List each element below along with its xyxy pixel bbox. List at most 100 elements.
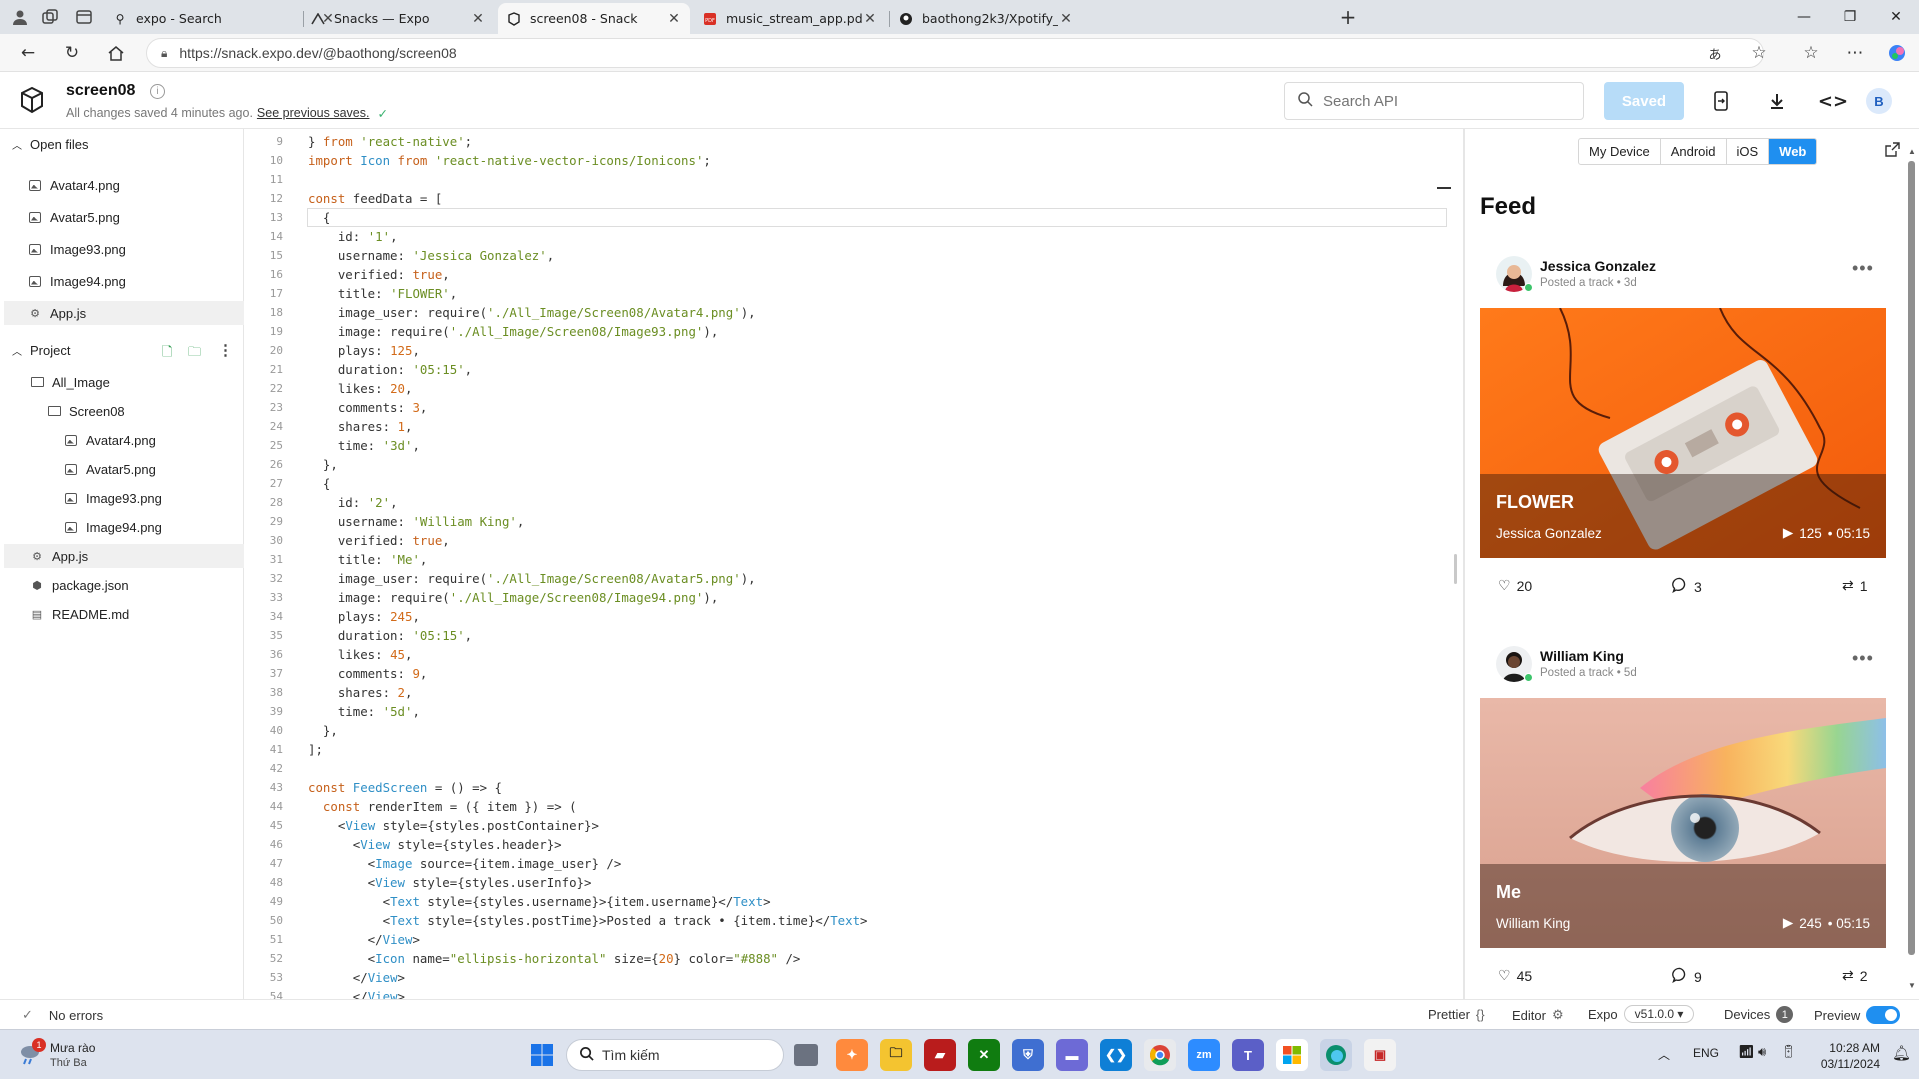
play-icon[interactable]: ▶ [1783,915,1793,931]
profile-icon[interactable] [8,6,32,28]
tree-folder-screen08[interactable]: Screen08 [47,399,125,423]
close-window-icon[interactable]: ✕ [1873,0,1919,34]
open-file-item[interactable]: Image93.png [28,237,126,261]
code-line[interactable]: image_user: require('./All_Image/Screen0… [308,569,756,588]
editor-settings-button[interactable]: Editor ⚙ [1512,1007,1564,1023]
download-icon[interactable] [1762,86,1792,116]
notification-bell-icon[interactable]: 🔔︎ [1892,1044,1911,1062]
teams-icon[interactable]: T [1232,1039,1264,1071]
share-button[interactable]: ⇄ 2 [1842,967,1868,984]
app-icon[interactable]: ▬ [1056,1039,1088,1071]
code-line[interactable]: const FeedScreen = () => { [308,778,502,797]
code-line[interactable]: title: 'FLOWER', [308,284,457,303]
new-folder-icon[interactable]: 🗀︎ [188,343,201,365]
browser-tab[interactable]: PDF music_stream_app.pdf ✕ [694,3,886,34]
tab-my-device[interactable]: My Device [1579,139,1661,164]
code-line[interactable]: duration: '05:15', [308,360,472,379]
track-cover[interactable]: FLOWER Jessica Gonzalez ▶ 125 • 05:15 [1480,308,1886,558]
tree-file[interactable]: ▤ README.md [30,602,130,626]
tab-ios[interactable]: iOS [1727,139,1770,164]
copilot-app-icon[interactable]: ✦ [836,1039,868,1071]
close-icon[interactable]: ✕ [666,11,682,27]
input-language[interactable]: ENG [1693,1046,1719,1060]
browser-tab-active[interactable]: screen08 - Snack ✕ [498,3,690,34]
workspaces-icon[interactable] [38,6,62,28]
tree-file[interactable]: Image93.png [64,486,162,510]
code-line[interactable]: }, [308,721,338,740]
scroll-down-arrow[interactable]: ▼ [1908,981,1916,990]
taskbar-search-field[interactable]: Tìm kiếm [566,1039,784,1071]
minimize-icon[interactable]: — [1781,0,1827,34]
security-shield-icon[interactable]: ⛨ [1012,1039,1044,1071]
code-line[interactable]: const renderItem = ({ item }) => ( [308,797,577,816]
code-line[interactable]: plays: 245, [308,607,420,626]
code-line[interactable]: likes: 45, [308,645,413,664]
code-line[interactable]: <View style={styles.userInfo}> [308,873,592,892]
more-menu-icon[interactable]: ⋯ [1841,40,1869,66]
code-line[interactable]: } from 'react-native'; [308,132,472,151]
code-line[interactable]: import Icon from 'react-native-vector-ic… [308,151,711,170]
tree-folder-all-image[interactable]: All_Image [30,370,110,394]
ellipsis-horizontal-icon[interactable]: ••• [1852,258,1874,279]
track-cover[interactable]: Me William King ▶ 245 • 05:15 [1480,698,1886,948]
close-icon[interactable]: ✕ [862,11,878,27]
tab-web[interactable]: Web [1769,139,1817,164]
xbox-icon[interactable]: ✕ [968,1039,1000,1071]
share-button[interactable]: ⇄ 1 [1842,577,1868,594]
close-icon[interactable]: ✕ [1058,11,1074,27]
code-line[interactable]: </View> [308,930,420,949]
reload-icon[interactable]: ↻ [58,40,86,66]
store-icon[interactable] [1276,1039,1308,1071]
snack-logo-icon[interactable] [18,86,46,114]
code-line[interactable]: <Text style={styles.username}>{item.user… [308,892,771,911]
search-api-input[interactable] [1323,92,1563,110]
read-aloud-icon[interactable]: あ [1701,40,1729,66]
project-title[interactable]: screen08 [66,82,135,100]
code-line[interactable]: verified: true, [308,265,450,284]
preview-scrollbar-thumb[interactable] [1908,161,1915,955]
code-line[interactable]: likes: 20, [308,379,413,398]
post-username[interactable]: William King [1540,648,1624,664]
embed-code-icon[interactable]: <> [1818,86,1848,116]
clock-time[interactable]: 10:28 AM [1822,1041,1880,1055]
code-line[interactable]: shares: 2, [308,683,413,702]
back-icon[interactable]: ← [14,40,42,66]
chevron-up-icon[interactable]: ︿ [1658,1046,1670,1063]
code-line[interactable]: }, [308,455,338,474]
search-api-field[interactable] [1284,82,1584,120]
editor-scrollbar[interactable] [1454,554,1457,584]
close-icon[interactable]: ✕ [470,11,486,27]
edge-icon[interactable] [1320,1039,1352,1071]
user-avatar[interactable]: B [1866,88,1892,114]
code-line[interactable]: id: '1', [308,227,398,246]
lock-icon[interactable]: 🔒︎ [161,46,167,61]
code-line[interactable]: <View style={styles.postContainer}> [308,816,599,835]
like-button[interactable]: ♡ 45 [1498,967,1532,984]
code-line[interactable]: </View> [308,987,405,999]
tree-file[interactable]: Avatar5.png [64,457,156,481]
copilot-icon[interactable] [1883,40,1911,66]
code-line[interactable]: { [308,208,330,227]
code-line[interactable]: comments: 9, [308,664,428,683]
code-line[interactable]: const feedData = [ [308,189,442,208]
code-line[interactable]: ]; [308,740,323,759]
open-file-item[interactable]: Avatar4.png [28,173,120,197]
code-line[interactable]: <Icon name="ellipsis-horizontal" size={2… [308,949,801,968]
code-line[interactable]: shares: 1, [308,417,413,436]
browser-tab[interactable]: Snacks — Expo ✕ [302,3,494,34]
open-file-item[interactable]: Image94.png [28,269,126,293]
chrome-icon[interactable] [1144,1039,1176,1071]
code-line[interactable]: comments: 3, [308,398,428,417]
restore-icon[interactable]: ❐ [1827,0,1873,34]
code-line[interactable]: image: require('./All_Image/Screen08/Ima… [308,588,718,607]
saved-button[interactable]: Saved [1604,82,1684,120]
battery-icon[interactable]: 🔋︎ [1780,1044,1797,1060]
prettier-button[interactable]: Prettier {} [1428,1007,1485,1022]
open-file-item-active[interactable]: ⚙︎ App.js [4,301,244,325]
code-line[interactable]: username: 'William King', [308,512,525,531]
expo-sdk-selector[interactable]: Expo v51.0.0 ▾ [1588,1005,1695,1023]
game-app-icon[interactable]: ▰ [924,1039,956,1071]
play-icon[interactable]: ▶ [1783,525,1793,541]
code-line[interactable]: time: '3d', [308,436,420,455]
file-explorer-icon[interactable]: 🗀︎ [880,1039,912,1071]
